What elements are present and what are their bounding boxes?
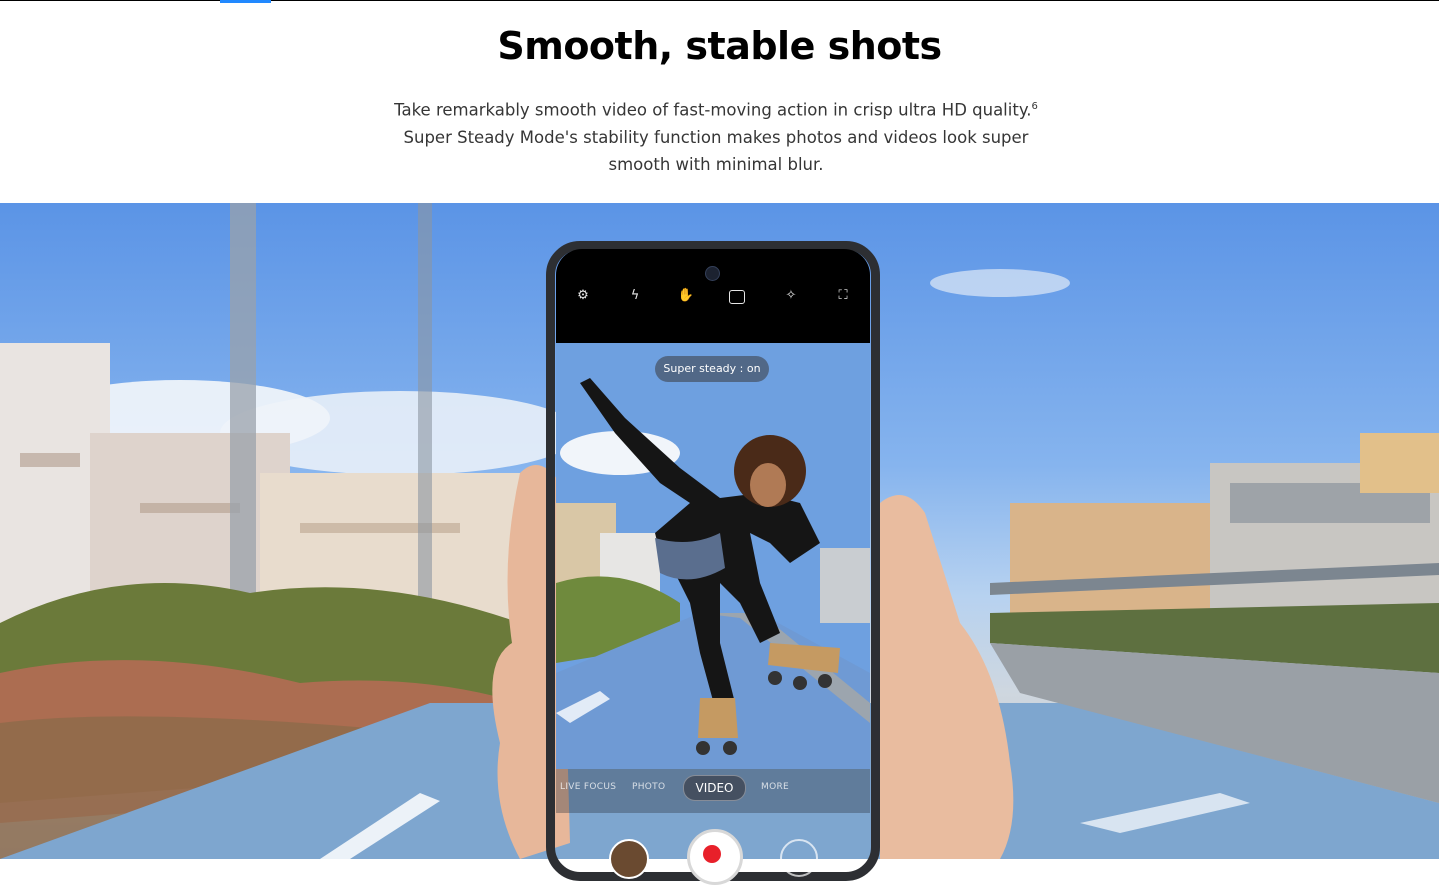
description-text: Take remarkably smooth video of fast-mov… — [394, 100, 1032, 120]
top-divider — [0, 0, 1439, 1]
mode-video[interactable]: VIDEO — [683, 775, 746, 801]
mode-live-focus[interactable]: LIVE FOCUS — [560, 782, 616, 792]
section-headline: Smooth, stable shots — [497, 24, 942, 68]
record-dot-icon — [703, 845, 721, 863]
mode-more[interactable]: MORE — [761, 782, 789, 792]
section-description: Take remarkably smooth video of fast-mov… — [376, 93, 1056, 178]
super-steady-status: Super steady : on — [655, 356, 769, 382]
aspect-ratio-icon[interactable] — [729, 290, 745, 304]
mode-photo[interactable]: PHOTO — [632, 782, 665, 792]
active-tab-indicator — [220, 0, 271, 3]
footnote-marker[interactable]: 6 — [1031, 101, 1037, 112]
front-camera — [705, 266, 720, 281]
flash-off-icon[interactable]: ϟ — [626, 287, 644, 305]
settings-icon[interactable]: ⚙ — [574, 287, 592, 305]
effects-icon[interactable]: ✧ — [782, 287, 800, 305]
zoom-icon[interactable]: ⛶ — [834, 287, 852, 305]
switch-camera-button[interactable] — [780, 839, 818, 877]
description-text-rest: Super Steady Mode's stability function m… — [403, 127, 1029, 174]
camera-top-bar — [556, 249, 870, 343]
super-steady-icon[interactable]: ✋ — [677, 287, 695, 305]
gallery-thumbnail[interactable] — [609, 839, 649, 879]
